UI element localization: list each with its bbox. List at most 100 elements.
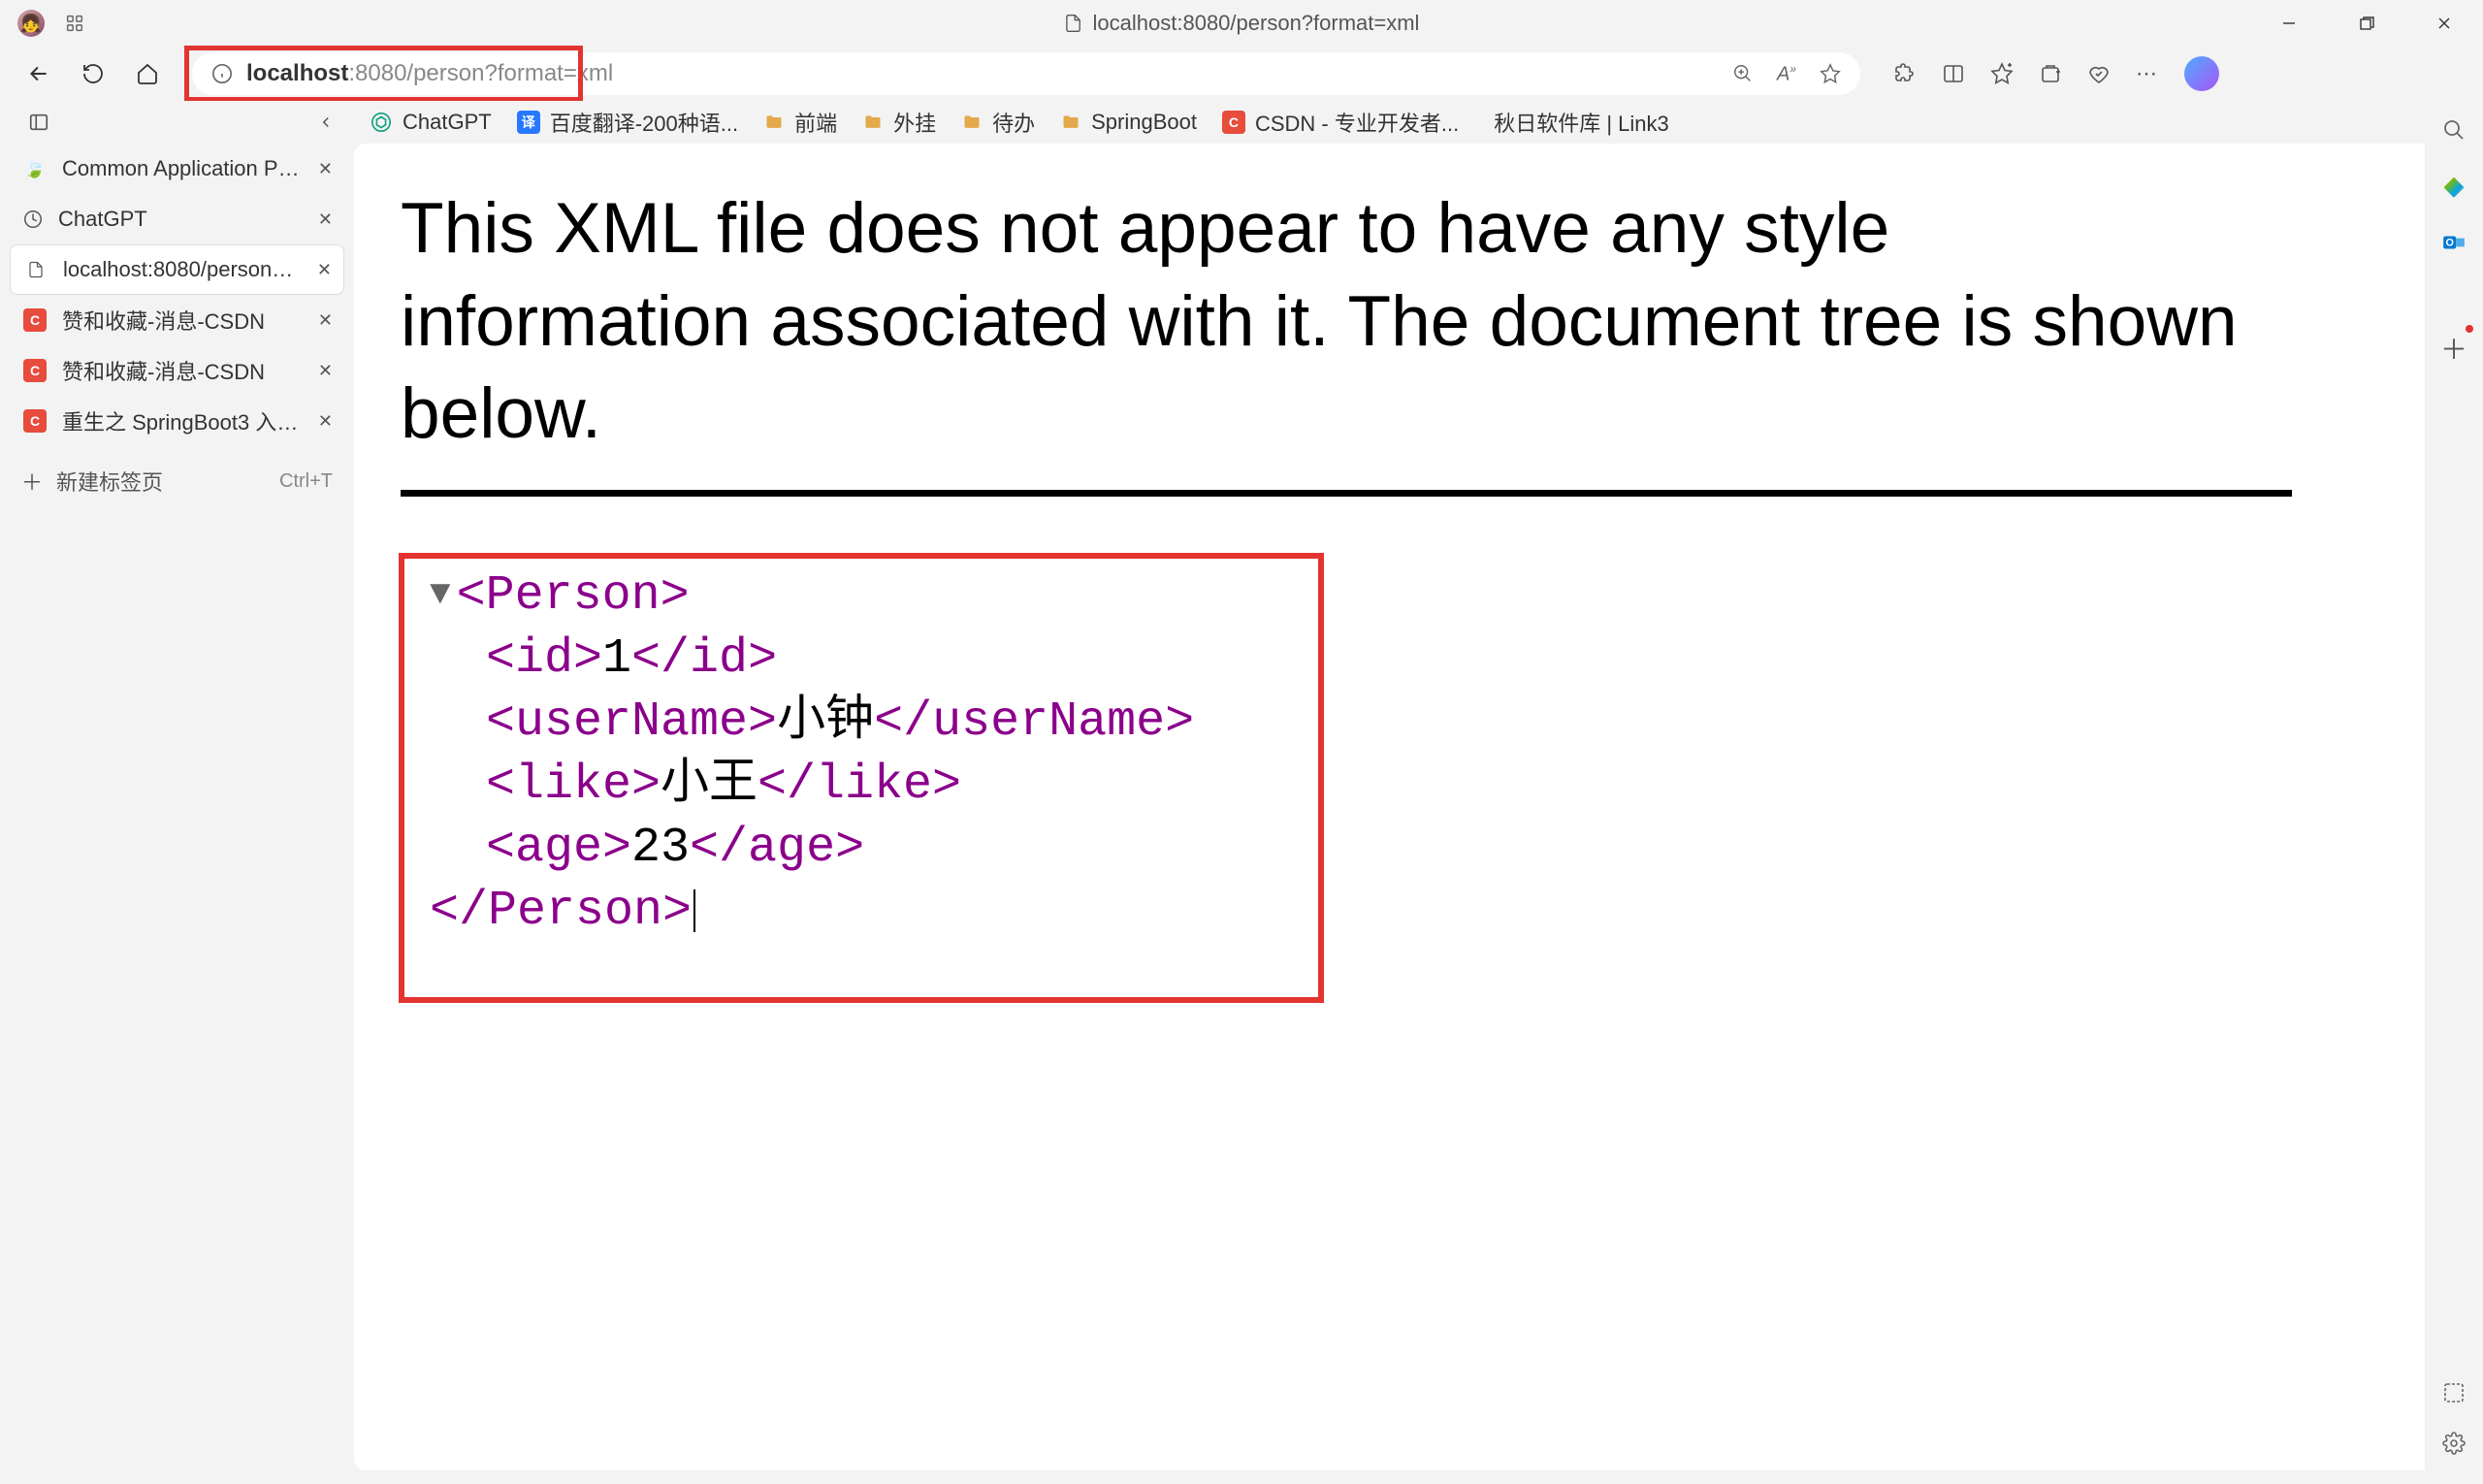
svg-text:O: O — [2445, 237, 2453, 248]
extensions-icon[interactable] — [1893, 62, 1917, 85]
bookmark-item[interactable]: 译百度翻译-200种语... — [517, 107, 738, 138]
tab-item[interactable]: 🍃 Common Application Properties ✕ — [10, 144, 344, 194]
search-icon[interactable] — [2442, 118, 2466, 142]
more-icon[interactable]: ⋯ — [2136, 61, 2159, 86]
new-tab-button[interactable]: ＋ 新建标签页 Ctrl+T — [0, 456, 354, 506]
xml-root-close: </Person> — [430, 880, 1293, 943]
office-icon[interactable]: ◆ — [2444, 171, 2464, 201]
file-icon — [22, 256, 49, 283]
folder-icon — [763, 113, 785, 132]
outlook-icon[interactable]: O — [2441, 230, 2467, 255]
xml-root-open[interactable]: ▼<Person> — [430, 565, 1293, 628]
tab-item[interactable]: C 赞和收藏-消息-CSDN ✕ — [10, 295, 344, 345]
sidebar-toggle-icon[interactable] — [19, 101, 58, 144]
tab-item[interactable]: C 赞和收藏-消息-CSDN ✕ — [10, 345, 344, 396]
bookmark-item[interactable]: SpringBoot — [1060, 110, 1197, 135]
bookmark-item[interactable]: C CSDN - 专业开发者... — [1222, 107, 1459, 138]
csdn-icon: C — [21, 306, 48, 334]
window-title: localhost:8080/person?format=xml — [1064, 11, 1420, 36]
edge-sidebar-rail: ◆ O ＋ — [2425, 101, 2483, 1484]
baidu-icon: 译 — [517, 111, 540, 134]
copilot-icon[interactable] — [2184, 56, 2219, 91]
zoom-icon[interactable] — [1732, 63, 1754, 84]
bookmark-item[interactable]: ChatGPT — [370, 110, 492, 135]
xml-element: <userName>小钟</userName> — [486, 691, 1293, 754]
collapse-triangle-icon[interactable]: ▼ — [430, 572, 451, 618]
close-tab-icon[interactable]: ✕ — [318, 361, 333, 381]
tab-item[interactable]: localhost:8080/person?format=xml ✕ — [10, 244, 344, 295]
vertical-tabs-sidebar: 🍃Common Application Properties✕ChatGPT✕l… — [0, 101, 354, 1484]
folder-icon — [862, 113, 884, 132]
plus-icon: ＋ — [21, 466, 43, 497]
close-tab-icon[interactable]: ✕ — [317, 260, 332, 280]
csdn-icon: C — [21, 357, 48, 384]
screenshot-icon[interactable] — [2442, 1381, 2466, 1404]
back-button[interactable] — [19, 54, 58, 93]
bookmark-label: 待办 — [992, 107, 1035, 138]
bookmark-item[interactable]: 外挂 — [862, 107, 936, 138]
page-content: This XML file does not appear to have an… — [354, 144, 2469, 1470]
new-tab-shortcut: Ctrl+T — [279, 470, 333, 493]
csdn-icon: C — [21, 407, 48, 435]
close-tab-icon[interactable]: ✕ — [318, 411, 333, 432]
site-info-icon[interactable] — [211, 63, 233, 84]
home-button[interactable] — [128, 54, 167, 93]
csdn-icon: C — [1222, 111, 1245, 134]
chatgpt-icon — [370, 111, 393, 134]
browser-toolbar: localhost:8080/person?format=xml A» ⋯ — [0, 47, 2483, 101]
minimize-button[interactable] — [2250, 0, 2328, 47]
bookmark-label: 百度翻译-200种语... — [550, 107, 738, 138]
window-title-bar: 👧 localhost:8080/person?format=xml — [0, 0, 2483, 47]
collapse-sidebar-icon[interactable] — [317, 113, 335, 131]
collections-icon[interactable] — [2039, 62, 2062, 85]
xml-notice-heading: This XML file does not appear to have an… — [401, 182, 2243, 461]
bookmark-label: CSDN - 专业开发者... — [1255, 107, 1459, 138]
folder-icon — [961, 113, 983, 132]
xml-tree: ▼<Person> <id>1</id><userName>小钟</userNa… — [430, 565, 1293, 943]
settings-icon[interactable] — [2442, 1432, 2466, 1455]
tab-label: localhost:8080/person?format=xml — [63, 257, 304, 282]
close-tab-icon[interactable]: ✕ — [318, 159, 333, 179]
close-button[interactable] — [2405, 0, 2483, 47]
profile-avatar[interactable]: 👧 — [17, 10, 45, 37]
xml-element: <age>23</age> — [486, 817, 1293, 880]
bookmark-label: SpringBoot — [1091, 110, 1197, 135]
xml-element: <like>小王</like> — [486, 754, 1293, 817]
favorite-icon[interactable] — [1820, 63, 1841, 84]
bookmark-item[interactable]: 前端 — [763, 107, 837, 138]
bookmark-label: 外挂 — [893, 107, 936, 138]
bookmark-bar: ChatGPT 译百度翻译-200种语... 前端 外挂 待办 SpringBoot C CS… — [354, 101, 2483, 144]
bookmark-item[interactable]: 待办 — [961, 107, 1035, 138]
workspaces-icon[interactable] — [64, 13, 85, 34]
refresh-button[interactable] — [74, 54, 113, 93]
xml-element: <id>1</id> — [486, 628, 1293, 691]
tab-label: ChatGPT — [58, 207, 305, 232]
bookmark-item[interactable]: 秋日软件库 | Link3 — [1484, 107, 1669, 138]
spring-icon: 🍃 — [21, 155, 48, 182]
tab-label: 赞和收藏-消息-CSDN — [62, 355, 305, 386]
title-text: localhost:8080/person?format=xml — [1093, 11, 1420, 36]
read-aloud-icon[interactable]: A» — [1777, 62, 1796, 86]
chatgpt-icon — [21, 208, 45, 231]
browser-essentials-icon[interactable] — [2087, 62, 2111, 85]
bookmark-label: 秋日软件库 | Link3 — [1494, 107, 1669, 138]
bookmark-label: ChatGPT — [403, 110, 492, 135]
split-screen-icon[interactable] — [1942, 62, 1965, 85]
tab-label: 赞和收藏-消息-CSDN — [62, 305, 305, 336]
new-tab-label: 新建标签页 — [56, 466, 163, 497]
tab-label: Common Application Properties — [62, 156, 305, 181]
bookmark-label: 前端 — [794, 107, 837, 138]
address-bar[interactable]: localhost:8080/person?format=xml A» — [192, 52, 1860, 95]
file-icon — [1064, 13, 1083, 34]
maximize-button[interactable] — [2328, 0, 2405, 47]
tab-item[interactable]: C 重生之 SpringBoot3 入门保姆级 ✕ — [10, 396, 344, 446]
add-tool-button[interactable]: ＋ — [2440, 329, 2467, 368]
tab-item[interactable]: ChatGPT ✕ — [10, 194, 344, 244]
close-tab-icon[interactable]: ✕ — [318, 310, 333, 331]
tab-label: 重生之 SpringBoot3 入门保姆级 — [62, 405, 305, 436]
divider — [401, 490, 2292, 497]
favorites-icon[interactable] — [1990, 62, 2014, 85]
close-tab-icon[interactable]: ✕ — [318, 210, 333, 230]
url-text: localhost:8080/person?format=xml — [246, 60, 613, 87]
folder-icon — [1060, 113, 1081, 132]
